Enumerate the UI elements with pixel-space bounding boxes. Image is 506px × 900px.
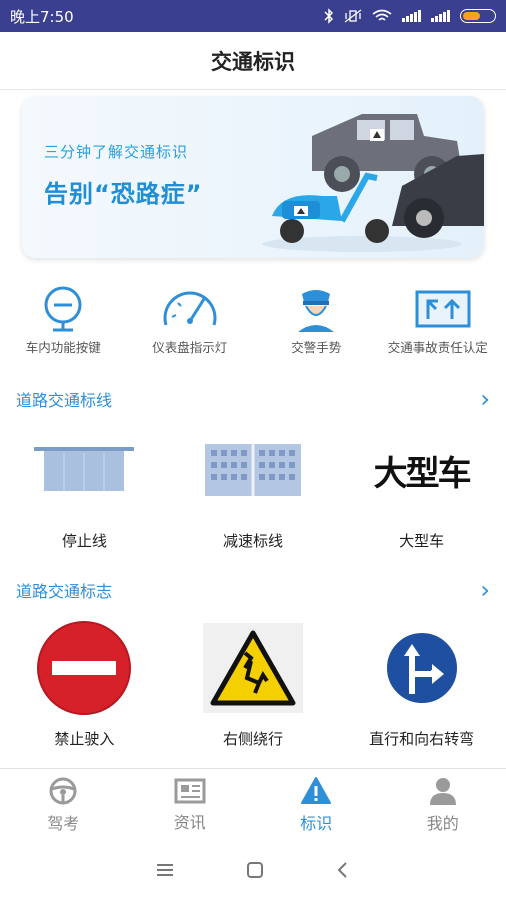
road-signs-grid: 禁止驶入 右侧绕行 直行和向右转弯 [0,618,506,749]
system-nav-bar [0,840,506,900]
tab-driving-exam[interactable]: 驾考 [0,769,127,840]
sign-keep-right[interactable]: 右侧绕行 [169,618,338,749]
quick-link-label: 交通事故责任认定 [387,340,488,355]
banner-headline: 告别“恐路症” [44,180,203,208]
tab-label: 标识 [300,813,333,833]
warning-sign-icon [301,776,332,804]
speed-bump-marking-image [204,420,301,520]
tab-label: 我的 [426,813,459,833]
back-icon[interactable] [335,860,351,880]
sign-label: 直行和向右转弯 [369,730,475,748]
banner-subtitle: 三分钟了解交通标识 [44,143,189,161]
tab-label: 资讯 [173,812,206,832]
menu-icon[interactable] [155,862,175,878]
signal-strength-2-icon [431,10,450,22]
sign-label: 禁止驶入 [54,730,115,748]
signal-strength-icon [402,10,421,22]
marking-label: 减速标线 [222,532,283,550]
quick-link-label: 车内功能按键 [25,340,101,355]
quick-link-police-gestures[interactable]: 交警手势 [253,280,380,380]
accident-liability-icon [414,280,472,338]
chevron-right-icon: › [480,576,490,604]
traffic-police-icon [294,280,338,338]
marking-stop-line[interactable]: 停止线 [0,420,169,551]
home-icon[interactable] [245,860,265,880]
dashboard-gauge-icon [160,280,220,338]
app-header: 交通标识 [0,32,506,90]
tab-profile[interactable]: 我的 [380,769,506,840]
keep-right-sign-image [202,618,303,718]
sign-label: 右侧绕行 [222,730,283,748]
sign-no-entry[interactable]: 禁止驶入 [0,618,169,749]
bottom-tab-bar: 驾考 资讯 标识 我的 [0,768,506,840]
battery-icon [460,9,496,23]
quick-link-accident-liability[interactable]: 交通事故责任认定 [380,280,506,380]
bluetooth-icon [324,8,334,24]
quick-link-car-buttons[interactable]: 车内功能按键 [0,280,127,380]
status-bar: 晚上7:50 [0,0,506,32]
section-road-markings-header[interactable]: 道路交通标线 › [0,384,506,414]
vibrate-mute-icon [344,9,362,23]
tab-signs[interactable]: 标识 [253,769,380,840]
large-vehicle-marking-text: 大型车 [373,453,472,494]
status-time: 晚上7:50 [10,7,74,26]
newspaper-icon [174,778,206,803]
wifi-icon [372,9,392,21]
status-icons [324,8,496,24]
page-title: 交通标识 [211,49,295,74]
quick-link-dashboard[interactable]: 仪表盘指示灯 [127,280,254,380]
tab-label: 驾考 [47,813,80,833]
promo-banner[interactable]: 三分钟了解交通标识 告别“恐路症” [22,96,484,258]
large-vehicle-marking-image: 大型车 [373,420,472,520]
section-road-signs-header[interactable]: 道路交通标志 › [0,575,506,605]
straight-or-right-sign-image [384,618,460,718]
section-title: 道路交通标志 [16,582,113,601]
marking-large-vehicle[interactable]: 大型车 大型车 [337,420,506,551]
stop-line-image [34,420,135,520]
marking-speed-bump[interactable]: 减速标线 [169,420,338,551]
quick-links: 车内功能按键 仪表盘指示灯 交警手势 交通事故责任认定 [0,280,506,380]
tab-news[interactable]: 资讯 [127,769,254,840]
marking-label: 停止线 [61,532,107,550]
road-markings-grid: 停止线 减速标线 大型车 大型车 [0,420,506,551]
quick-link-label: 交警手势 [291,340,342,355]
marking-label: 大型车 [399,532,445,550]
quick-link-label: 仪表盘指示灯 [152,340,228,355]
vehicles-illustration [262,114,484,252]
section-title: 道路交通标线 [16,391,113,410]
steering-button-icon [41,280,85,338]
user-icon [429,777,456,805]
steering-wheel-icon [49,777,77,804]
no-entry-sign-image [36,618,132,718]
sign-straight-or-right[interactable]: 直行和向右转弯 [337,618,506,749]
chevron-right-icon: › [480,385,490,413]
